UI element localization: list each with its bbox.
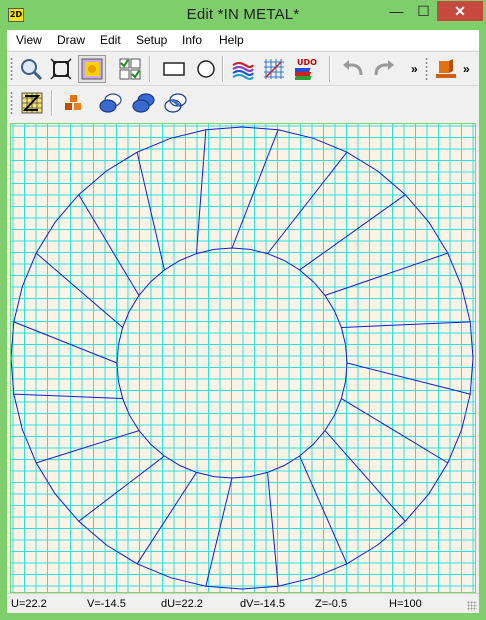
minimize-button[interactable]: — (383, 1, 410, 21)
menu-view[interactable]: View (16, 33, 42, 47)
main-toolbar: UDO » » (7, 51, 479, 85)
toolbar-separator (329, 56, 331, 82)
udo-icon[interactable]: UDO (294, 55, 322, 83)
mesh-drawing[interactable] (11, 124, 475, 592)
toolbar-overflow-chevron-2[interactable]: » (463, 62, 470, 76)
client-area: View Draw Edit Setup Info Help UDO » » U… (7, 30, 479, 613)
rectangle-icon[interactable] (160, 55, 188, 83)
menu-edit[interactable]: Edit (100, 33, 121, 47)
status-dv: dV=-14.5 (240, 598, 285, 610)
menu-setup[interactable]: Setup (136, 33, 167, 47)
material-block-icon[interactable] (432, 55, 460, 83)
close-button[interactable]: ✕ (437, 1, 483, 21)
zoom-extents-icon[interactable] (47, 55, 75, 83)
status-z: Z=-0.5 (315, 598, 348, 610)
udo-icon-text: UDO (297, 58, 317, 67)
toolbar-separator (222, 56, 224, 82)
resize-grip[interactable] (467, 601, 477, 611)
menu-bar: View Draw Edit Setup Info Help (7, 30, 479, 50)
secondary-toolbar (7, 85, 479, 119)
zoom-icon[interactable] (17, 55, 45, 83)
ellipse-add-icon[interactable] (97, 89, 125, 117)
menu-draw[interactable]: Draw (57, 33, 85, 47)
mesh-spoke (324, 252, 448, 296)
highlight-select-icon[interactable] (78, 55, 106, 83)
status-v: V=-14.5 (87, 598, 126, 610)
undo-icon[interactable] (339, 55, 367, 83)
blocks-icon[interactable] (60, 89, 88, 117)
menu-info[interactable]: Info (182, 33, 202, 47)
toolbar-separator (51, 90, 53, 116)
mesh-spoke (299, 194, 406, 271)
layers-icon[interactable] (229, 55, 257, 83)
toolbar-grip[interactable] (10, 91, 13, 115)
ellipse-union-icon[interactable] (130, 89, 158, 117)
checklist-icon[interactable] (116, 55, 144, 83)
menu-help[interactable]: Help (219, 33, 244, 47)
toolbar-overflow-chevron[interactable]: » (411, 62, 418, 76)
toolbar-grip[interactable] (10, 57, 13, 81)
mesh-spoke (231, 129, 279, 249)
mesh-spoke (13, 321, 118, 364)
title-bar[interactable]: 2D Edit *IN METAL* — ☐ ✕ (0, 0, 486, 30)
drawing-canvas[interactable] (10, 123, 476, 593)
mesh-spoke (267, 472, 279, 587)
status-bar: U=22.2 V=-14.5 dU=22.2 dV=-14.5 Z=-0.5 H… (7, 593, 479, 613)
status-h: H=100 (389, 598, 422, 610)
mesh-spoke (195, 129, 207, 254)
mesh-spoke (324, 430, 406, 522)
circle-icon[interactable] (192, 55, 220, 83)
mesh-spoke (36, 430, 140, 464)
status-u: U=22.2 (11, 598, 47, 610)
toolbar-grip[interactable] (425, 57, 428, 81)
mesh-spoke (136, 472, 197, 565)
mesh-spoke (13, 393, 123, 400)
mesh-spoke (78, 455, 165, 522)
grid-z-icon[interactable] (18, 89, 46, 117)
toolbar-separator (149, 56, 151, 82)
mesh-spoke (341, 321, 471, 328)
grid-icon[interactable] (260, 55, 288, 83)
app-window: 2D Edit *IN METAL* — ☐ ✕ View Draw Edit … (0, 0, 486, 620)
status-du: dU=22.2 (161, 598, 203, 610)
ellipse-intersect-icon[interactable] (162, 89, 190, 117)
mesh-spoke (341, 398, 449, 464)
maximize-button[interactable]: ☐ (410, 1, 437, 21)
mesh-spoke (78, 194, 140, 296)
redo-icon[interactable] (370, 55, 398, 83)
